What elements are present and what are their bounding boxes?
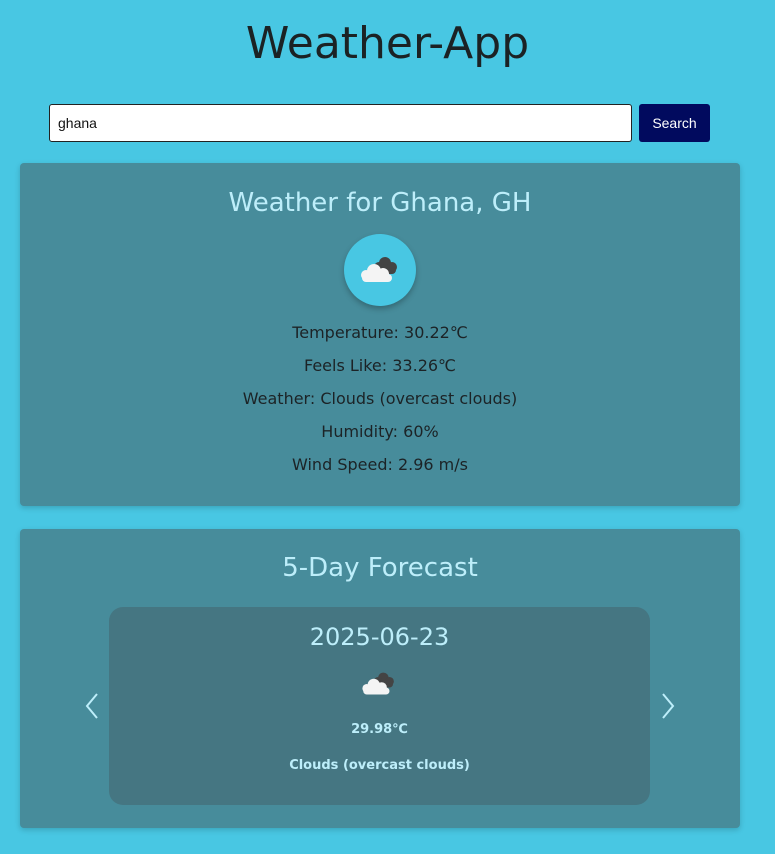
chevron-right-icon <box>662 693 675 719</box>
search-button[interactable]: Search <box>639 104 710 142</box>
search-input[interactable] <box>49 104 632 142</box>
humidity-text: Humidity: 60% <box>321 422 439 441</box>
forecast-card: 5-Day Forecast 2025-06-23 29.98℃ Clouds … <box>20 529 740 828</box>
forecast-description: Clouds (overcast clouds) <box>289 758 470 773</box>
carousel-prev-button[interactable] <box>80 691 104 721</box>
forecast-date: 2025-06-23 <box>309 623 450 651</box>
temperature-text: Temperature: 30.22℃ <box>292 323 468 342</box>
app-title: Weather-App <box>245 18 530 69</box>
carousel-next-button[interactable] <box>656 691 680 721</box>
forecast-temperature: 29.98℃ <box>351 722 408 737</box>
clouds-icon <box>362 672 394 695</box>
search-bar: Search <box>49 104 710 142</box>
weather-condition-text: Weather: Clouds (overcast clouds) <box>242 389 518 408</box>
feels-like-text: Feels Like: 33.26℃ <box>303 356 457 375</box>
clouds-icon <box>361 257 397 282</box>
current-weather-title: Weather for Ghana, GH <box>228 188 532 218</box>
forecast-slide: 2025-06-23 29.98℃ Clouds (overcast cloud… <box>109 607 650 805</box>
weather-details: Temperature: 30.22℃ Feels Like: 33.26℃ W… <box>20 316 740 481</box>
weather-icon-badge <box>344 234 416 306</box>
chevron-left-icon <box>85 693 98 719</box>
forecast-title: 5-Day Forecast <box>282 553 478 583</box>
current-weather-card: Weather for Ghana, GH Temperature: 30.22… <box>20 163 740 506</box>
wind-speed-text: Wind Speed: 2.96 m/s <box>292 455 468 474</box>
